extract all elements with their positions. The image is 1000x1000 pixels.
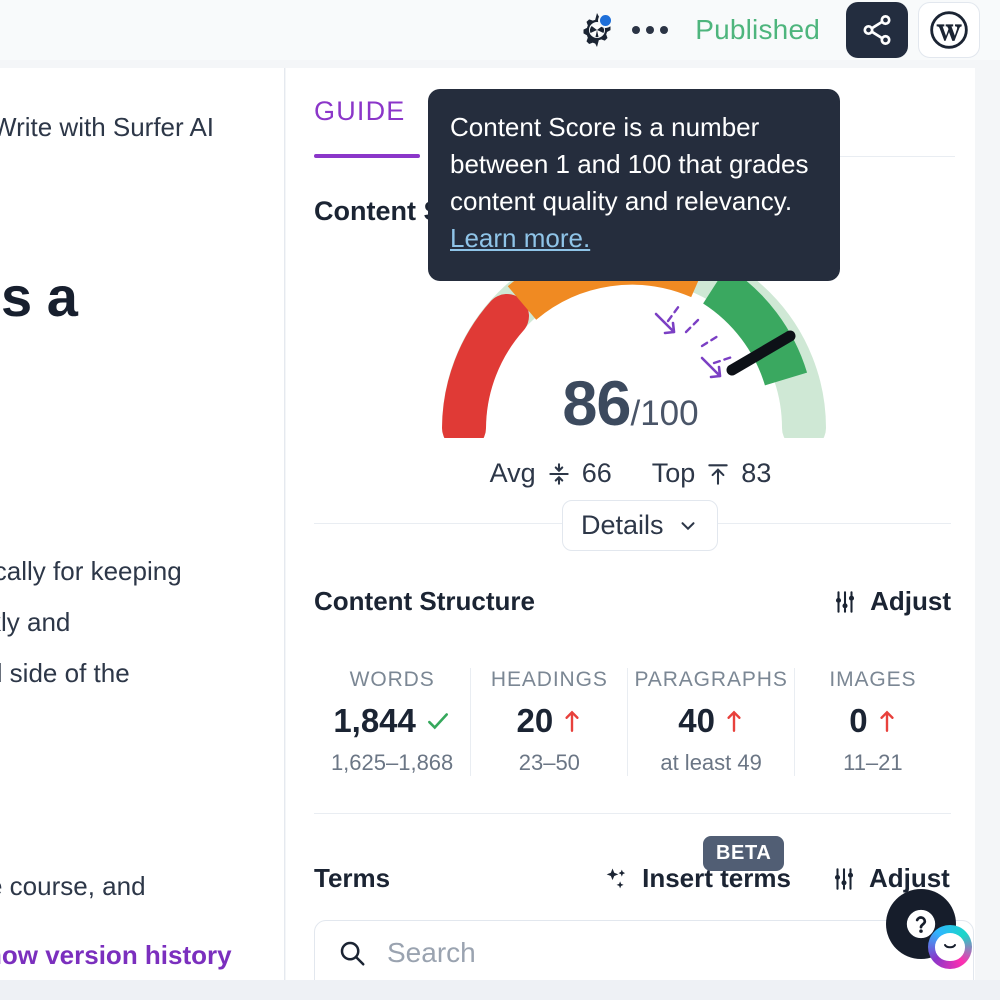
metric-label: WORDS — [349, 668, 435, 691]
smile-curve-icon — [944, 944, 956, 949]
metric-value: 40 — [678, 702, 715, 739]
metric-value-row: 0 — [801, 702, 945, 740]
sliders-icon — [836, 590, 855, 613]
wordpress-button[interactable] — [918, 2, 980, 58]
content-structure-title: Content Structure — [314, 586, 535, 616]
ellipsis-dot — [660, 26, 669, 34]
publish-status: Published — [695, 14, 820, 45]
tooltip-text: Content Score is a number between 1 and … — [450, 109, 818, 257]
version-history-link[interactable]: how version history — [0, 940, 232, 971]
surfer-ai-label[interactable]: Write with Surfer AI — [0, 112, 214, 143]
average-icon — [549, 462, 569, 485]
metric-range: at least 49 — [660, 750, 762, 775]
metric-range: 1,625–1,868 — [330, 750, 454, 775]
ellipsis-dot — [632, 26, 641, 34]
ellipsis-dot — [646, 26, 655, 34]
terms-divider — [314, 813, 951, 814]
content-structure-metrics: WORDS 1,844 1,625–1,868 HEADINGS 20 23–5… — [314, 668, 951, 776]
settings-gear-button[interactable] — [575, 8, 619, 52]
metric-value-row: 1,844 — [320, 702, 464, 740]
metric-value-row: 20 — [477, 702, 621, 740]
metric-range: 23–50 — [518, 750, 580, 775]
app-root: Published Write with Surfer AI is a ical… — [0, 0, 1000, 1000]
metric-words: WORDS 1,844 1,625–1,868 — [314, 668, 472, 776]
avg-label: Avg — [489, 458, 536, 488]
document-paragraph-line: e course, and — [0, 871, 146, 901]
content-score-tooltip: Content Score is a number between 1 and … — [428, 89, 840, 281]
metric-headings: HEADINGS 20 23–50 — [471, 668, 629, 776]
active-tab-indicator — [314, 154, 420, 158]
document-editor-panel[interactable]: Write with Surfer AI is a ically for kee… — [0, 68, 285, 980]
metric-range: 11–21 — [843, 750, 903, 775]
avg-value: 66 — [581, 458, 612, 488]
metric-label: IMAGES — [829, 668, 917, 691]
share-icon — [863, 15, 891, 45]
chevron-down-icon — [681, 521, 695, 530]
content-score-value: 86/100 — [286, 368, 975, 440]
sliders-icon — [834, 867, 853, 890]
metric-value: 0 — [849, 702, 868, 739]
arrow-up-icon — [727, 710, 741, 732]
adjust-label: Adjust — [870, 586, 951, 616]
tooltip-body: Content Score is a number between 1 and … — [450, 112, 809, 216]
arrow-up-icon — [565, 710, 579, 732]
search-icon — [340, 941, 365, 966]
chat-widget-button[interactable] — [928, 925, 972, 969]
smiley-chat-icon — [935, 933, 965, 961]
metric-label: PARAGRAPHS — [634, 668, 788, 691]
terms-title: Terms — [314, 863, 391, 893]
benchmark-top: Top 83 — [652, 458, 772, 489]
check-icon — [427, 713, 448, 730]
sparkles-icon — [606, 868, 626, 888]
details-toggle-button[interactable]: Details — [562, 500, 718, 551]
metric-value: 20 — [516, 702, 554, 739]
benchmark-avg: Avg 66 — [490, 458, 612, 489]
share-button[interactable] — [846, 2, 908, 58]
learn-more-link[interactable]: Learn more. — [450, 223, 590, 253]
bottom-gutter — [0, 980, 1000, 1000]
arrow-up-icon — [879, 710, 894, 732]
top-toolbar: Published — [0, 0, 1000, 60]
metric-value-row: 40 — [634, 702, 787, 740]
metric-paragraphs: PARAGRAPHS 40 at least 49 — [628, 668, 795, 776]
terms-adjust-label: Adjust — [868, 863, 950, 893]
document-heading: is a — [0, 265, 78, 328]
tab-guide[interactable]: GUIDE — [314, 96, 406, 127]
document-paragraph-line: d side of the — [0, 658, 130, 688]
terms-search-input[interactable]: Search — [314, 920, 974, 980]
search-placeholder: Search — [387, 937, 476, 968]
score-number: 86 — [562, 369, 631, 439]
terms-header: Terms Insert terms Adjust — [314, 863, 951, 894]
metric-label: HEADINGS — [490, 668, 608, 691]
top-arrow-icon — [708, 463, 728, 485]
content-structure-adjust-button[interactable]: Adjust — [832, 586, 951, 617]
details-label: Details — [581, 510, 664, 540]
terms-adjust-button[interactable]: Adjust — [831, 863, 950, 894]
wordpress-icon — [930, 11, 968, 49]
top-value: 83 — [741, 458, 772, 488]
top-label: Top — [651, 458, 696, 488]
metric-value: 1,844 — [333, 702, 416, 739]
document-paragraph-line: kly and — [0, 607, 71, 637]
metric-images: IMAGES 0 11–21 — [795, 668, 951, 776]
beta-badge: BETA — [703, 836, 785, 871]
document-paragraph-line: ically for keeping — [0, 556, 182, 586]
score-benchmarks: Avg 66 Top 83 — [286, 458, 975, 489]
content-structure-header: Content Structure Adjust — [314, 586, 951, 617]
more-options-button[interactable] — [619, 8, 681, 52]
score-denominator: /100 — [630, 394, 699, 433]
